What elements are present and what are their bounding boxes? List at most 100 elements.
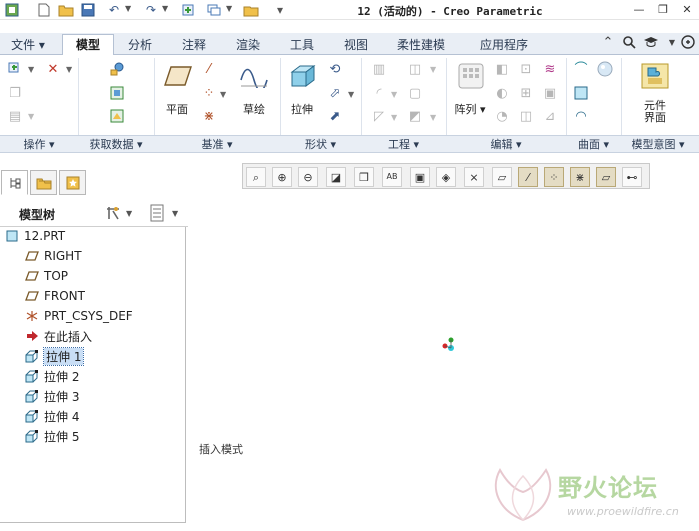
- datum-axis-icon[interactable]: ⁄: [200, 60, 218, 78]
- saved-views-icon[interactable]: AB: [382, 167, 402, 187]
- open-icon[interactable]: [58, 2, 74, 18]
- favorites-tab[interactable]: [59, 170, 86, 195]
- group-engineering[interactable]: 工程 ▾: [361, 137, 446, 153]
- customize-icon[interactable]: ▾: [272, 2, 288, 18]
- fill-icon[interactable]: [572, 84, 590, 102]
- group-get-data[interactable]: 获取数据 ▾: [78, 137, 154, 153]
- extend-icon[interactable]: ◔: [493, 107, 511, 125]
- group-surfaces[interactable]: 曲面 ▾: [566, 137, 621, 153]
- tree-node-csys[interactable]: PRT_CSYS_DEF: [24, 307, 133, 325]
- close-icon[interactable]: ✕: [679, 2, 695, 18]
- sketch-label[interactable]: 草绘: [236, 101, 272, 117]
- revolve-icon[interactable]: ⟲: [326, 60, 344, 78]
- tree-node-extrude-2[interactable]: 拉伸 2: [24, 367, 79, 385]
- undo-icon[interactable]: ↶: [106, 2, 122, 18]
- perspective-icon[interactable]: ◈: [436, 167, 456, 187]
- tab-annotate[interactable]: 注释: [172, 35, 216, 55]
- redo-dropdown-icon[interactable]: ▼: [162, 4, 168, 13]
- csys-display-icon[interactable]: ⋇: [570, 167, 590, 187]
- solidify-icon[interactable]: ⊿: [541, 107, 559, 125]
- draft-icon[interactable]: ◫: [406, 60, 424, 78]
- group-datum[interactable]: 基准 ▾: [154, 137, 280, 153]
- thicken-icon[interactable]: ▣: [541, 84, 559, 102]
- delete-icon[interactable]: ✕: [44, 60, 62, 78]
- tree-node-extrude-4[interactable]: 拉伸 4: [24, 407, 79, 425]
- extrude-label[interactable]: 拉伸: [283, 101, 321, 117]
- new-icon[interactable]: [36, 2, 52, 18]
- show-icon[interactable]: [148, 203, 166, 223]
- sweep-icon[interactable]: ⬀: [326, 84, 344, 102]
- save-icon[interactable]: [80, 2, 96, 18]
- axis-display-icon[interactable]: ⁄: [518, 167, 538, 187]
- merge-icon[interactable]: ◐: [493, 84, 511, 102]
- tree-node-extrude-5[interactable]: 拉伸 5: [24, 427, 79, 445]
- refit-icon[interactable]: ⌕: [246, 167, 266, 187]
- tab-file[interactable]: 文件 ▾: [4, 35, 52, 55]
- tab-flexible-modeling[interactable]: 柔性建模: [386, 35, 456, 55]
- delete-dropdown-icon[interactable]: ▼: [66, 65, 72, 74]
- help-icon[interactable]: [643, 35, 659, 51]
- hole-icon[interactable]: ▥: [370, 60, 388, 78]
- extrude-icon[interactable]: [287, 60, 319, 92]
- plane-tag-display-icon[interactable]: ▱: [596, 167, 616, 187]
- regenerate-dropdown-icon[interactable]: ▼: [28, 65, 34, 74]
- tab-applications[interactable]: 应用程序: [468, 35, 540, 55]
- intersect-icon[interactable]: ⊞: [517, 84, 535, 102]
- mirror-icon[interactable]: ◧: [493, 60, 511, 78]
- datum-plane-icon[interactable]: [162, 60, 194, 92]
- group-operations[interactable]: 操作 ▾: [0, 137, 78, 153]
- plane-display-icon[interactable]: ⨯: [464, 167, 484, 187]
- windows-icon[interactable]: [206, 2, 222, 18]
- regenerate-icon[interactable]: [6, 60, 24, 78]
- tree-node-front[interactable]: FRONT: [24, 287, 85, 305]
- style-icon[interactable]: [596, 60, 614, 78]
- copy-icon[interactable]: ❐: [6, 84, 24, 102]
- tab-view[interactable]: 视图: [334, 35, 378, 55]
- tab-model[interactable]: 模型: [62, 34, 114, 56]
- plane-label[interactable]: 平面: [158, 101, 196, 117]
- tree-node-extrude-3[interactable]: 拉伸 3: [24, 387, 79, 405]
- point-display-icon[interactable]: ⁘: [544, 167, 564, 187]
- display-style-icon[interactable]: ❒: [354, 167, 374, 187]
- repaint-icon[interactable]: ◪: [326, 167, 346, 187]
- shell-icon[interactable]: ▢: [406, 84, 424, 102]
- spin-center-icon[interactable]: ⊷: [622, 167, 642, 187]
- paste-dropdown-icon[interactable]: ▼: [28, 112, 34, 121]
- group-shapes[interactable]: 形状 ▾: [280, 137, 361, 153]
- group-editing[interactable]: 编辑 ▾: [446, 137, 566, 153]
- rib-icon[interactable]: ◩: [406, 107, 424, 125]
- settings-dropdown-icon[interactable]: ▼: [126, 209, 132, 218]
- round-dropdown-icon[interactable]: ▼: [391, 90, 397, 99]
- component-interface-label[interactable]: 元件 界面: [634, 100, 676, 124]
- project-icon[interactable]: ◫: [517, 107, 535, 125]
- tree-node-insert-here[interactable]: 在此插入: [24, 327, 92, 345]
- tab-analysis[interactable]: 分析: [118, 35, 162, 55]
- zoom-in-icon[interactable]: ⊕: [272, 167, 292, 187]
- close-window-icon[interactable]: [243, 2, 259, 18]
- datum-point-dropdown-icon[interactable]: ▼: [220, 90, 226, 99]
- sweep-dropdown-icon[interactable]: ▼: [348, 90, 354, 99]
- user-defined-feature-icon[interactable]: [108, 60, 126, 78]
- tree-node-right[interactable]: RIGHT: [24, 247, 82, 265]
- expand-icon[interactable]: ⌃: [600, 35, 616, 51]
- view-manager-icon[interactable]: ▣: [410, 167, 430, 187]
- round-icon[interactable]: ◜: [370, 84, 388, 102]
- redo-icon[interactable]: ↷: [143, 2, 159, 18]
- boundary-blend-icon[interactable]: ⌒: [572, 60, 590, 78]
- offset-icon[interactable]: ≋: [541, 60, 559, 78]
- pattern-label[interactable]: 阵列 ▾: [451, 101, 489, 117]
- model-tree-tab[interactable]: [1, 170, 28, 195]
- tree-node-top[interactable]: TOP: [24, 267, 68, 285]
- minimize-ribbon-icon[interactable]: [680, 35, 696, 51]
- tab-render[interactable]: 渲染: [226, 35, 270, 55]
- paste-icon[interactable]: ▤: [6, 107, 24, 125]
- help-dropdown-icon[interactable]: ▼: [664, 35, 680, 51]
- tree-node-extrude-1[interactable]: 拉伸 1: [24, 346, 85, 366]
- restore-icon[interactable]: ❐: [655, 2, 671, 18]
- component-interface-icon[interactable]: [639, 60, 671, 92]
- trim-icon[interactable]: ⊡: [517, 60, 535, 78]
- shrinkwrap-icon[interactable]: [108, 107, 126, 125]
- draft-dropdown-icon[interactable]: ▼: [430, 65, 436, 74]
- swept-blend-icon[interactable]: ⬈: [326, 107, 344, 125]
- regenerate-icon[interactable]: [180, 2, 196, 18]
